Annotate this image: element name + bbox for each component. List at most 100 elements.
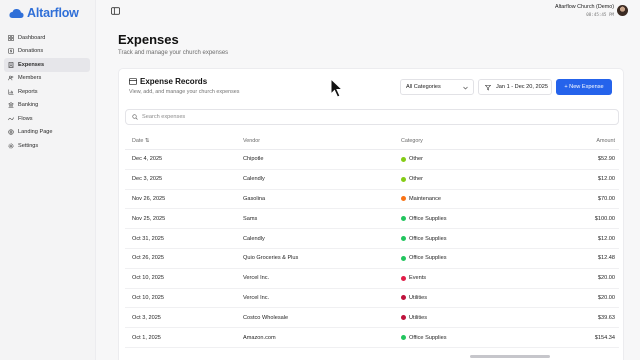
logo[interactable]: Altarflow <box>9 6 79 20</box>
sidebar-item-reports[interactable]: Reports <box>4 85 90 99</box>
cell-category: Events <box>401 269 426 288</box>
cell-vendor: Costco Wholesale <box>243 314 289 321</box>
user-name: Altarflow Church (Demo) <box>554 4 614 10</box>
cell-date: Oct 31, 2025 <box>132 235 165 242</box>
mouse-cursor-icon <box>330 78 344 98</box>
wallet-icon <box>129 78 137 85</box>
cell-amount: $52.90 <box>597 156 615 163</box>
category-label: Other <box>409 156 423 163</box>
table-row[interactable]: Nov 26, 2025 Gasolina Maintenance $70.00 <box>125 190 619 210</box>
cell-category: Utilities <box>401 289 427 308</box>
table-row[interactable]: Dec 4, 2025 Chipotle Other $52.90 <box>125 150 619 170</box>
logo-text: Altarflow <box>27 6 79 20</box>
date-range-value: Jan 1 - Dec 20, 2025 <box>496 84 548 90</box>
category-label: Maintenance <box>409 195 442 202</box>
cell-vendor: Vercel Inc. <box>243 275 270 282</box>
user-info[interactable]: Altarflow Church (Demo) 08:45:45 PM <box>555 4 614 17</box>
cell-amount: $20.00 <box>597 275 615 282</box>
table-header: Date ⇅ Vendor Category Amount <box>125 132 619 150</box>
table-row[interactable]: Oct 3, 2025 Costco Wholesale Utilities $39.… <box>125 308 619 329</box>
cell-vendor: Gasolina <box>243 195 266 202</box>
cell-amount: $39.63 <box>597 314 615 321</box>
avatar[interactable] <box>617 5 628 16</box>
sidebar-item-settings[interactable]: Settings <box>4 139 90 153</box>
sidebar-item-members[interactable]: Members <box>4 72 90 86</box>
column-header-amount: Amount <box>596 137 615 144</box>
page-title: Expenses <box>118 32 179 47</box>
sidebar-item-dashboard[interactable]: Dashboard <box>4 31 90 45</box>
dollar-icon <box>8 48 14 55</box>
sidebar-item-landing-page[interactable]: Landing Page <box>4 126 90 140</box>
cloud-logo-icon <box>9 8 24 18</box>
cell-vendor: Sams <box>243 215 258 222</box>
table-row[interactable]: Oct 1, 2025 Amazon.com Office Supplies $154… <box>125 328 619 348</box>
cell-amount: $12.00 <box>597 235 615 242</box>
table-row[interactable]: Dec 3, 2025 Calendly Other $12.00 <box>125 170 619 190</box>
category-label: Office Supplies <box>409 235 447 242</box>
new-expense-button[interactable]: + New Expense <box>556 79 612 95</box>
category-label: Events <box>409 275 427 282</box>
horizontal-scrollbar[interactable] <box>470 355 550 358</box>
category-dot-icon <box>401 315 406 321</box>
category-dot-icon <box>401 335 406 341</box>
category-dot-icon <box>401 176 406 182</box>
category-select[interactable]: All Categories <box>400 79 474 95</box>
category-dot-icon <box>401 236 406 242</box>
table-body: Dec 4, 2025 Chipotle Other $52.90 Dec 3, 202… <box>125 150 619 348</box>
sidebar-item-donations[interactable]: Donations <box>4 45 90 59</box>
date-range-picker[interactable]: Jan 1 - Dec 20, 2025 <box>478 79 552 95</box>
sidebar-item-label: Dashboard <box>18 34 46 41</box>
cell-category: Maintenance <box>401 190 441 209</box>
sidebar-item-flows[interactable]: Flows <box>4 112 90 126</box>
cell-vendor: Vercel Inc. <box>243 294 270 301</box>
category-label: Office Supplies <box>409 334 447 341</box>
sidebar-toggle-icon[interactable] <box>111 7 120 15</box>
table-row[interactable]: Oct 26, 2025 Quio Groceries & Plus Office … <box>125 249 619 269</box>
card-subtitle: View, add, and manage your church expens… <box>129 89 240 95</box>
cell-amount: $70.00 <box>597 195 615 202</box>
category-dot-icon <box>401 196 406 202</box>
cell-category: Office Supplies <box>401 249 447 268</box>
sidebar: Altarflow Dashboard Donations Expenses M… <box>0 0 96 360</box>
sidebar-item-label: Expenses <box>18 61 45 68</box>
category-label: Other <box>409 176 423 183</box>
cell-date: Dec 3, 2025 <box>132 176 163 183</box>
cell-amount: $12.00 <box>597 176 615 183</box>
category-dot-icon <box>401 275 406 281</box>
category-label: Utilities <box>409 294 428 301</box>
cell-date: Oct 10, 2025 <box>132 294 165 301</box>
globe-icon <box>8 129 14 136</box>
chevron-down-icon <box>463 86 468 90</box>
cell-date: Oct 3, 2025 <box>132 314 161 321</box>
sidebar-item-label: Members <box>18 75 42 82</box>
cell-date: Oct 10, 2025 <box>132 275 165 282</box>
cell-vendor: Amazon.com <box>243 334 276 341</box>
table-row[interactable]: Nov 25, 2025 Sams Office Supplies $100.00 <box>125 209 619 230</box>
table-row[interactable]: Oct 10, 2025 Vercel Inc. Events $20.00 <box>125 269 619 289</box>
flow-icon <box>8 117 14 120</box>
card-title-text: Expense Records <box>140 77 208 86</box>
cell-date: Nov 26, 2025 <box>132 195 166 202</box>
table-row[interactable]: Oct 31, 2025 Calendly Office Supplies $12.0… <box>125 229 619 249</box>
column-header-date[interactable]: Date ⇅ <box>132 132 149 149</box>
receipt-icon <box>8 61 14 68</box>
sidebar-item-label: Banking <box>18 102 39 109</box>
cell-category: Other <box>401 170 423 189</box>
users-icon <box>8 75 14 81</box>
category-dot-icon <box>401 255 406 261</box>
user-time: 08:45:45 PM <box>586 12 614 17</box>
search-input[interactable] <box>142 114 602 120</box>
search-box[interactable] <box>125 109 619 125</box>
filter-icon <box>485 84 491 91</box>
cell-category: Office Supplies <box>401 209 447 228</box>
column-header-category: Category <box>401 137 423 144</box>
sidebar-item-expenses[interactable]: Expenses <box>4 58 90 72</box>
cell-vendor: Quio Groceries & Plus <box>243 255 299 262</box>
table-row[interactable]: Oct 10, 2025 Vercel Inc. Utilities $20.00 <box>125 289 619 309</box>
search-icon <box>132 114 138 120</box>
expense-records-card: Expense Records View, add, and manage yo… <box>118 68 624 360</box>
cell-category: Office Supplies <box>401 229 447 248</box>
sidebar-item-label: Settings <box>18 142 39 149</box>
sidebar-item-banking[interactable]: Banking <box>4 99 90 113</box>
cell-vendor: Calendly <box>243 176 265 183</box>
